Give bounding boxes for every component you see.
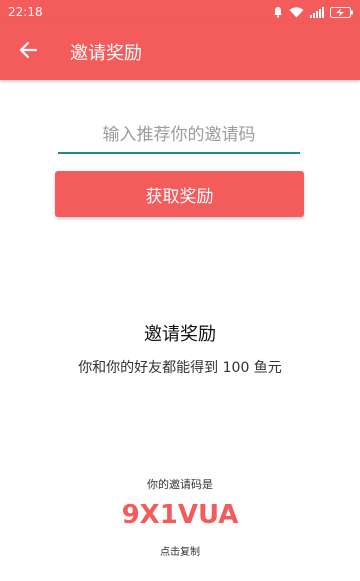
bell-icon [273,6,283,18]
charging-battery-icon [330,6,354,18]
invite-code-input[interactable] [58,118,300,152]
status-bar: 22:18 [0,0,360,24]
input-underline [58,152,300,154]
arrow-left-icon [19,41,38,63]
signal-icon [310,6,324,18]
reward-title: 邀请奖励 [144,324,216,345]
get-reward-button[interactable]: 获取奖励 [55,171,304,217]
my-invite-code[interactable]: 9X1VUA [0,500,360,530]
reward-description: 你和你的好友都能得到 100 鱼元 [78,360,282,376]
copy-hint[interactable]: 点击复制 [0,543,360,558]
page-title: 邀请奖励 [70,43,142,64]
invite-code-field [58,118,300,154]
my-code-label: 你的邀请码是 [147,478,213,491]
status-icons [273,6,354,18]
app-bar: 邀请奖励 [0,24,360,80]
status-time: 22:18 [8,5,43,19]
wifi-icon [289,6,304,18]
back-button[interactable] [0,24,56,80]
